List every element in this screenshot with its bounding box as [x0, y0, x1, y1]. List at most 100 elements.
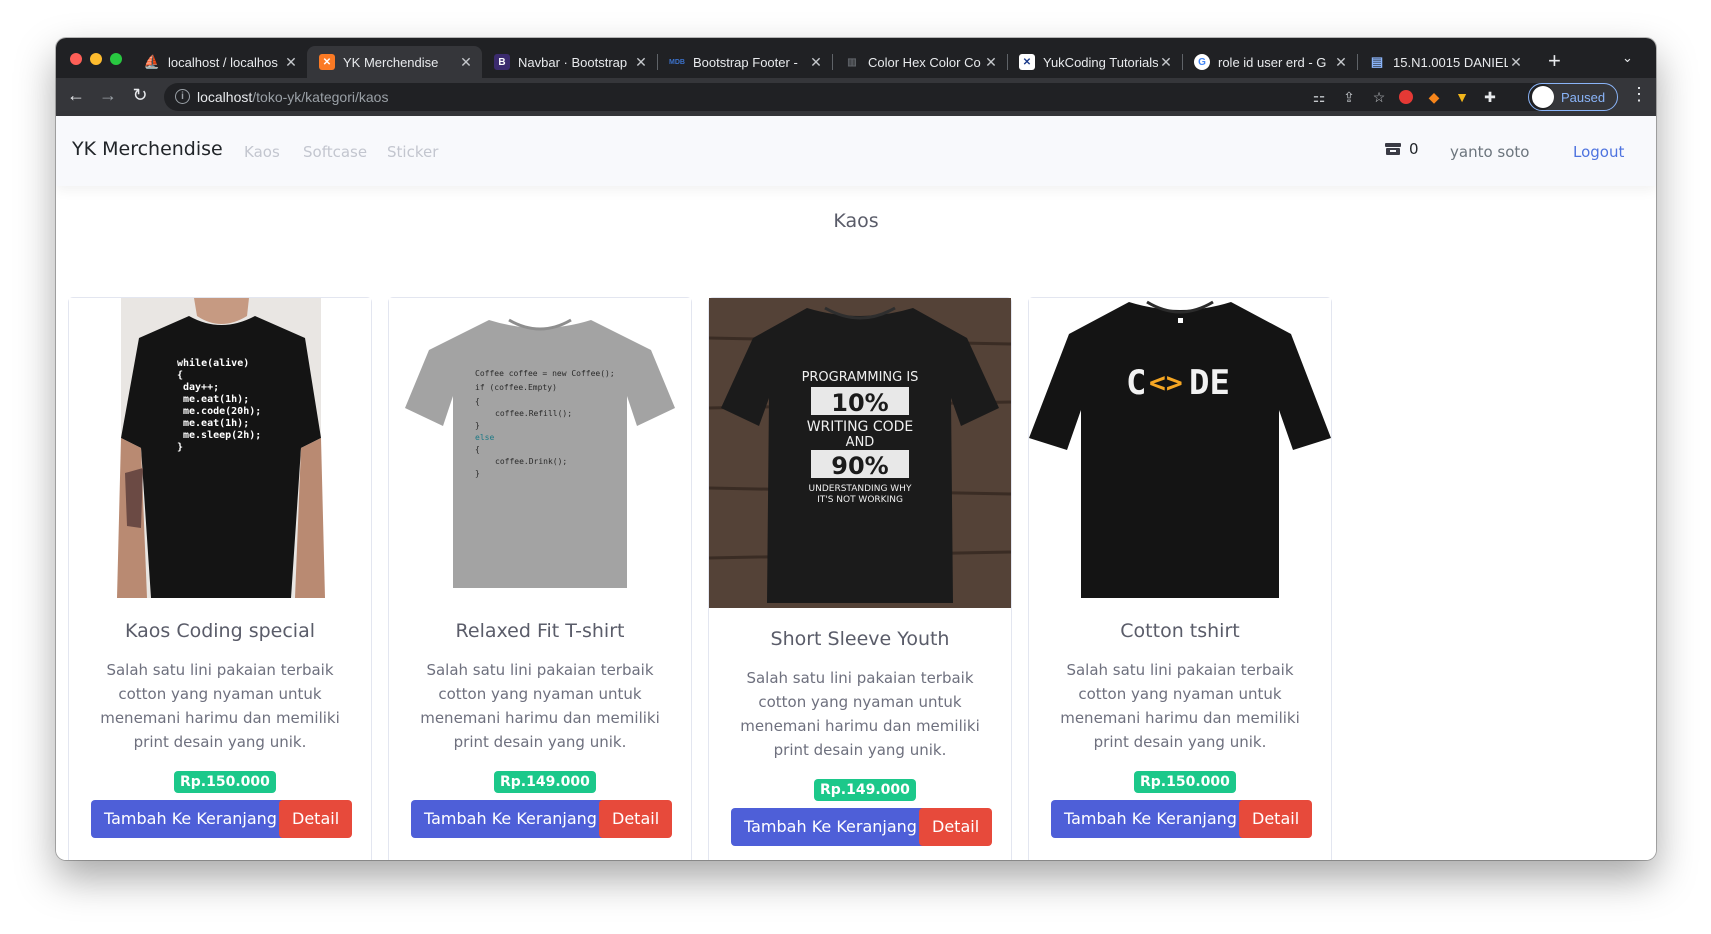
- print-line: me.eat(1h);: [183, 394, 249, 405]
- print-line: IT'S NOT WORKING: [817, 495, 903, 505]
- product-name: Cotton tshirt: [1120, 620, 1240, 642]
- tab-phpmyadmin[interactable]: ⛵ localhost / localhos ✕: [132, 46, 308, 78]
- close-tab-icon[interactable]: ✕: [1158, 54, 1174, 71]
- print-line: while(alive): [177, 357, 249, 369]
- tab-document[interactable]: ▤ 15.N1.0015 DANIEL ✕: [1357, 46, 1532, 78]
- print-line: AND: [846, 435, 875, 450]
- browser-toolbar: ← → ↻ i localhost/toko-yk/kategori/kaos …: [56, 78, 1656, 116]
- profile-paused-button[interactable]: Paused: [1528, 83, 1618, 111]
- bookmark-star-icon[interactable]: ☆: [1369, 87, 1389, 107]
- product-description: Salah satu lini pakaian terbaik cotton y…: [100, 661, 340, 751]
- print-line: }: [475, 469, 480, 478]
- site-navbar: YK Merchendise Kaos Softcase Sticker 0 y…: [56, 116, 1656, 186]
- info-icon[interactable]: i: [175, 89, 190, 104]
- bootstrap-icon: B: [494, 54, 510, 70]
- print-line: if (coffee.Empty): [475, 383, 557, 392]
- extensions-puzzle-icon[interactable]: ✚: [1480, 87, 1500, 107]
- add-to-cart-button[interactable]: Tambah Ke Keranjang: [91, 800, 290, 838]
- print-line: 90%: [831, 452, 888, 480]
- logout-link[interactable]: Logout: [1573, 143, 1624, 161]
- print-line: coffee.Refill();: [495, 409, 572, 418]
- new-tab-icon[interactable]: +: [1548, 48, 1561, 74]
- detail-button[interactable]: Detail: [599, 800, 673, 838]
- detail-button[interactable]: Detail: [1239, 800, 1313, 838]
- print-line: PROGRAMMING IS: [802, 370, 919, 385]
- extension-metamask-icon[interactable]: ◆: [1424, 87, 1444, 107]
- address-bar[interactable]: i localhost/toko-yk/kategori/kaos ⚏ ⇪ ☆: [164, 83, 1554, 111]
- close-tab-icon[interactable]: ✕: [1333, 54, 1349, 71]
- detail-button[interactable]: Detail: [279, 800, 353, 838]
- extension-tool-icon[interactable]: ▼: [1452, 87, 1472, 107]
- detail-button[interactable]: Detail: [919, 808, 993, 846]
- tab-bootstrap-navbar[interactable]: B Navbar · Bootstrap ✕: [482, 46, 658, 78]
- close-window-button[interactable]: [70, 53, 82, 65]
- nav-link-kaos[interactable]: Kaos: [244, 143, 280, 161]
- product-name: Short Sleeve Youth: [770, 628, 950, 650]
- product-name: Relaxed Fit T-shirt: [455, 620, 625, 642]
- print-line: 10%: [831, 389, 888, 417]
- xampp-icon: ✕: [319, 54, 335, 70]
- print-line: coffee.Drink();: [495, 457, 567, 466]
- print-line: <>: [1149, 366, 1183, 399]
- close-tab-icon[interactable]: ✕: [458, 54, 474, 71]
- product-image: while(alive) { day++; me.eat(1h); me.cod…: [69, 298, 371, 598]
- nav-link-softcase[interactable]: Softcase: [303, 143, 367, 161]
- price-badge: Rp.150.000: [1134, 771, 1236, 793]
- maximize-window-button[interactable]: [110, 53, 122, 65]
- phpmyadmin-icon: ⛵: [143, 54, 161, 69]
- product-name: Kaos Coding special: [125, 620, 315, 642]
- google-icon: G: [1194, 54, 1210, 70]
- tab-bootstrap-footer[interactable]: MDB Bootstrap Footer - ✕: [657, 46, 833, 78]
- print-line: {: [177, 370, 183, 381]
- close-tab-icon[interactable]: ✕: [633, 54, 649, 71]
- user-name[interactable]: yanto soto: [1450, 143, 1529, 161]
- brand-link[interactable]: YK Merchendise: [72, 138, 223, 160]
- print-line: DE: [1189, 363, 1230, 403]
- product-image: C <> DE: [1029, 298, 1331, 598]
- product-card: Coffee coffee = new Coffee(); if (coffee…: [388, 297, 692, 860]
- close-tab-icon[interactable]: ✕: [808, 54, 824, 71]
- tab-bar: ⛵ localhost / localhos ✕ ✕ YK Merchendis…: [56, 38, 1656, 78]
- minimize-window-button[interactable]: [90, 53, 102, 65]
- tab-yk-merchendise[interactable]: ✕ YK Merchendise ✕: [307, 46, 482, 78]
- nav-link-sticker[interactable]: Sticker: [387, 143, 438, 161]
- add-to-cart-button[interactable]: Tambah Ke Keranjang: [1051, 800, 1250, 838]
- price-badge: Rp.149.000: [494, 771, 596, 793]
- tab-color-hex[interactable]: ▥ Color Hex Color Co ✕: [832, 46, 1008, 78]
- print-line: me.code(20h);: [183, 406, 261, 417]
- add-to-cart-button[interactable]: Tambah Ke Keranjang: [411, 800, 610, 838]
- translate-icon[interactable]: ⚏: [1309, 87, 1329, 107]
- reload-icon[interactable]: ↻: [128, 85, 152, 106]
- price-badge: Rp.149.000: [814, 779, 916, 801]
- tab-yukcoding[interactable]: ✕ YukCoding Tutorials ✕: [1007, 46, 1183, 78]
- product-card: while(alive) { day++; me.eat(1h); me.cod…: [68, 297, 372, 860]
- page-content: YK Merchendise Kaos Softcase Sticker 0 y…: [56, 116, 1656, 860]
- chevron-down-icon[interactable]: ⌄: [1622, 50, 1633, 66]
- avatar: [1532, 86, 1554, 108]
- forward-icon[interactable]: →: [96, 85, 120, 106]
- close-tab-icon[interactable]: ✕: [1508, 54, 1524, 71]
- share-icon[interactable]: ⇪: [1339, 87, 1359, 107]
- document-icon: ▤: [1370, 54, 1384, 69]
- print-line: day++;: [183, 382, 219, 393]
- product-description: Salah satu lini pakaian terbaik cotton y…: [420, 661, 660, 751]
- print-line: }: [177, 442, 183, 453]
- tab-google-search[interactable]: G role id user erd - G ✕: [1182, 46, 1358, 78]
- mdb-icon: MDB: [669, 58, 685, 66]
- close-tab-icon[interactable]: ✕: [983, 54, 999, 71]
- print-line: }: [475, 421, 480, 430]
- browser-menu-icon[interactable]: ⋮: [1630, 84, 1648, 105]
- url-text: localhost/toko-yk/kategori/kaos: [197, 89, 389, 105]
- price-badge: Rp.150.000: [174, 771, 276, 793]
- print-line: me.eat(1h);: [183, 418, 249, 429]
- cart-link[interactable]: 0: [1384, 140, 1419, 158]
- add-to-cart-button[interactable]: Tambah Ke Keranjang: [731, 808, 930, 846]
- extension-adblock-icon[interactable]: [1396, 87, 1416, 107]
- cart-count: 0: [1409, 140, 1419, 158]
- print-line: {: [475, 397, 480, 406]
- close-tab-icon[interactable]: ✕: [283, 54, 299, 71]
- product-card: C <> DE Cotton tshirt Salah satu lini pa…: [1028, 297, 1332, 860]
- yukcoding-icon: ✕: [1019, 54, 1035, 70]
- back-icon[interactable]: ←: [64, 85, 88, 106]
- product-description: Salah satu lini pakaian terbaik cotton y…: [740, 669, 980, 759]
